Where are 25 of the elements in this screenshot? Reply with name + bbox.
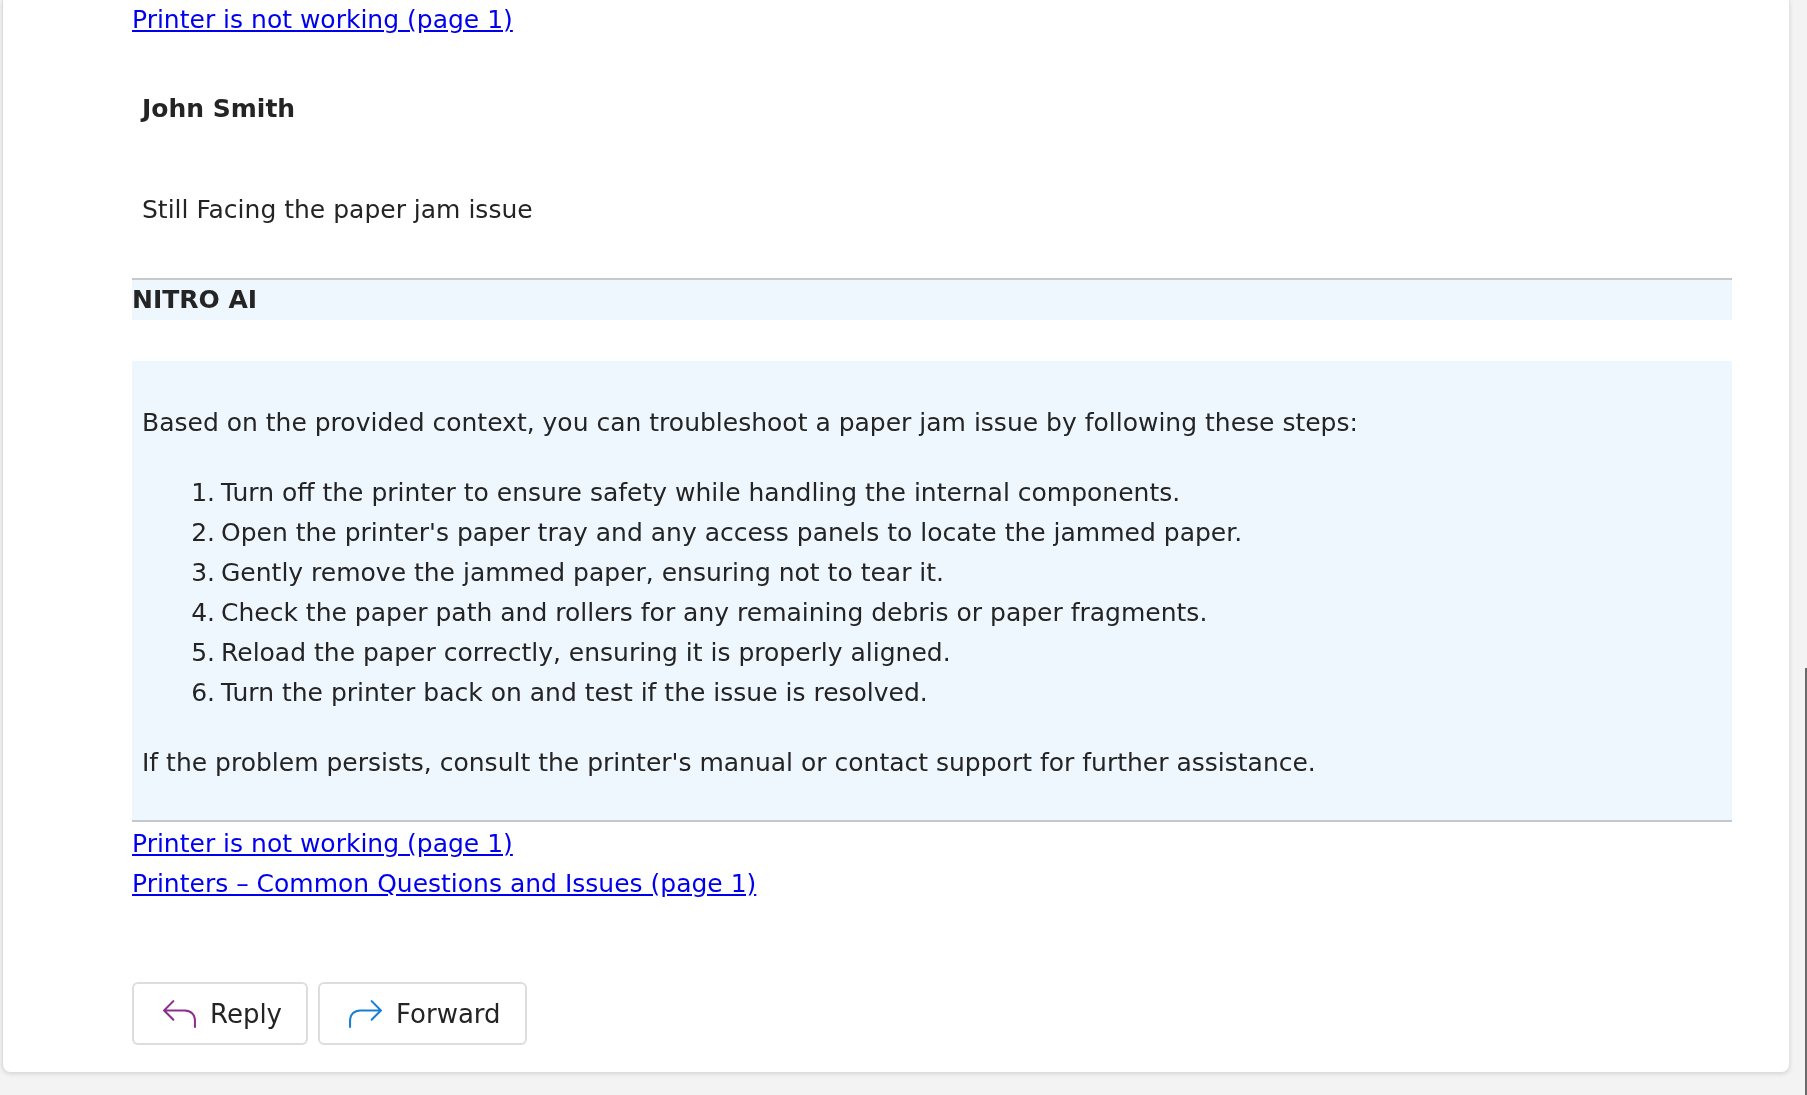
step-number: 5.	[190, 637, 215, 669]
step-number: 4.	[190, 597, 215, 629]
step-number: 3.	[190, 557, 215, 589]
step-text: Reload the paper correctly, ensuring it is properly aligned.	[221, 637, 951, 669]
step-text: Turn off the printer to ensure safety while handling the internal components.	[221, 477, 1181, 509]
step-text: Open the printer's paper tray and any access panels to locate the jammed paper.	[221, 517, 1243, 549]
source-link[interactable]: Printer is not working (page 1)	[132, 824, 513, 864]
step-number: 2.	[190, 517, 215, 549]
forward-arrow-icon	[348, 999, 383, 1028]
answer-closing-text: If the problem persists, consult the printer's manual or contact support for further assistance.	[142, 747, 1316, 779]
author-name: John Smith	[139, 93, 296, 125]
scrollbar-thumb[interactable]	[1805, 668, 1807, 1095]
reply-arrow-icon	[162, 999, 197, 1028]
reply-button[interactable]: Reply	[132, 982, 308, 1045]
step-text: Turn the printer back on and test if the issue is resolved.	[221, 677, 928, 709]
answer-intro-text: Based on the provided context, you can troubleshoot a paper jam issue by following these steps:	[142, 407, 1358, 439]
step-number: 6.	[190, 677, 215, 709]
step-text: Gently remove the jammed paper, ensuring not to tear it.	[221, 557, 945, 589]
step-text: Check the paper path and rollers for any remaining debris or paper fragments.	[221, 597, 1208, 629]
message-text: Still Facing the paper jam issue	[141, 194, 533, 226]
source-link[interactable]: Printer is not working (page 1)	[132, 0, 513, 40]
forward-button[interactable]: Forward	[318, 982, 527, 1045]
step-number: 1.	[190, 477, 215, 509]
source-link[interactable]: Printers – Common Questions and Issues (page 1)	[132, 864, 757, 904]
assistant-header: NITRO AI	[132, 278, 1732, 320]
